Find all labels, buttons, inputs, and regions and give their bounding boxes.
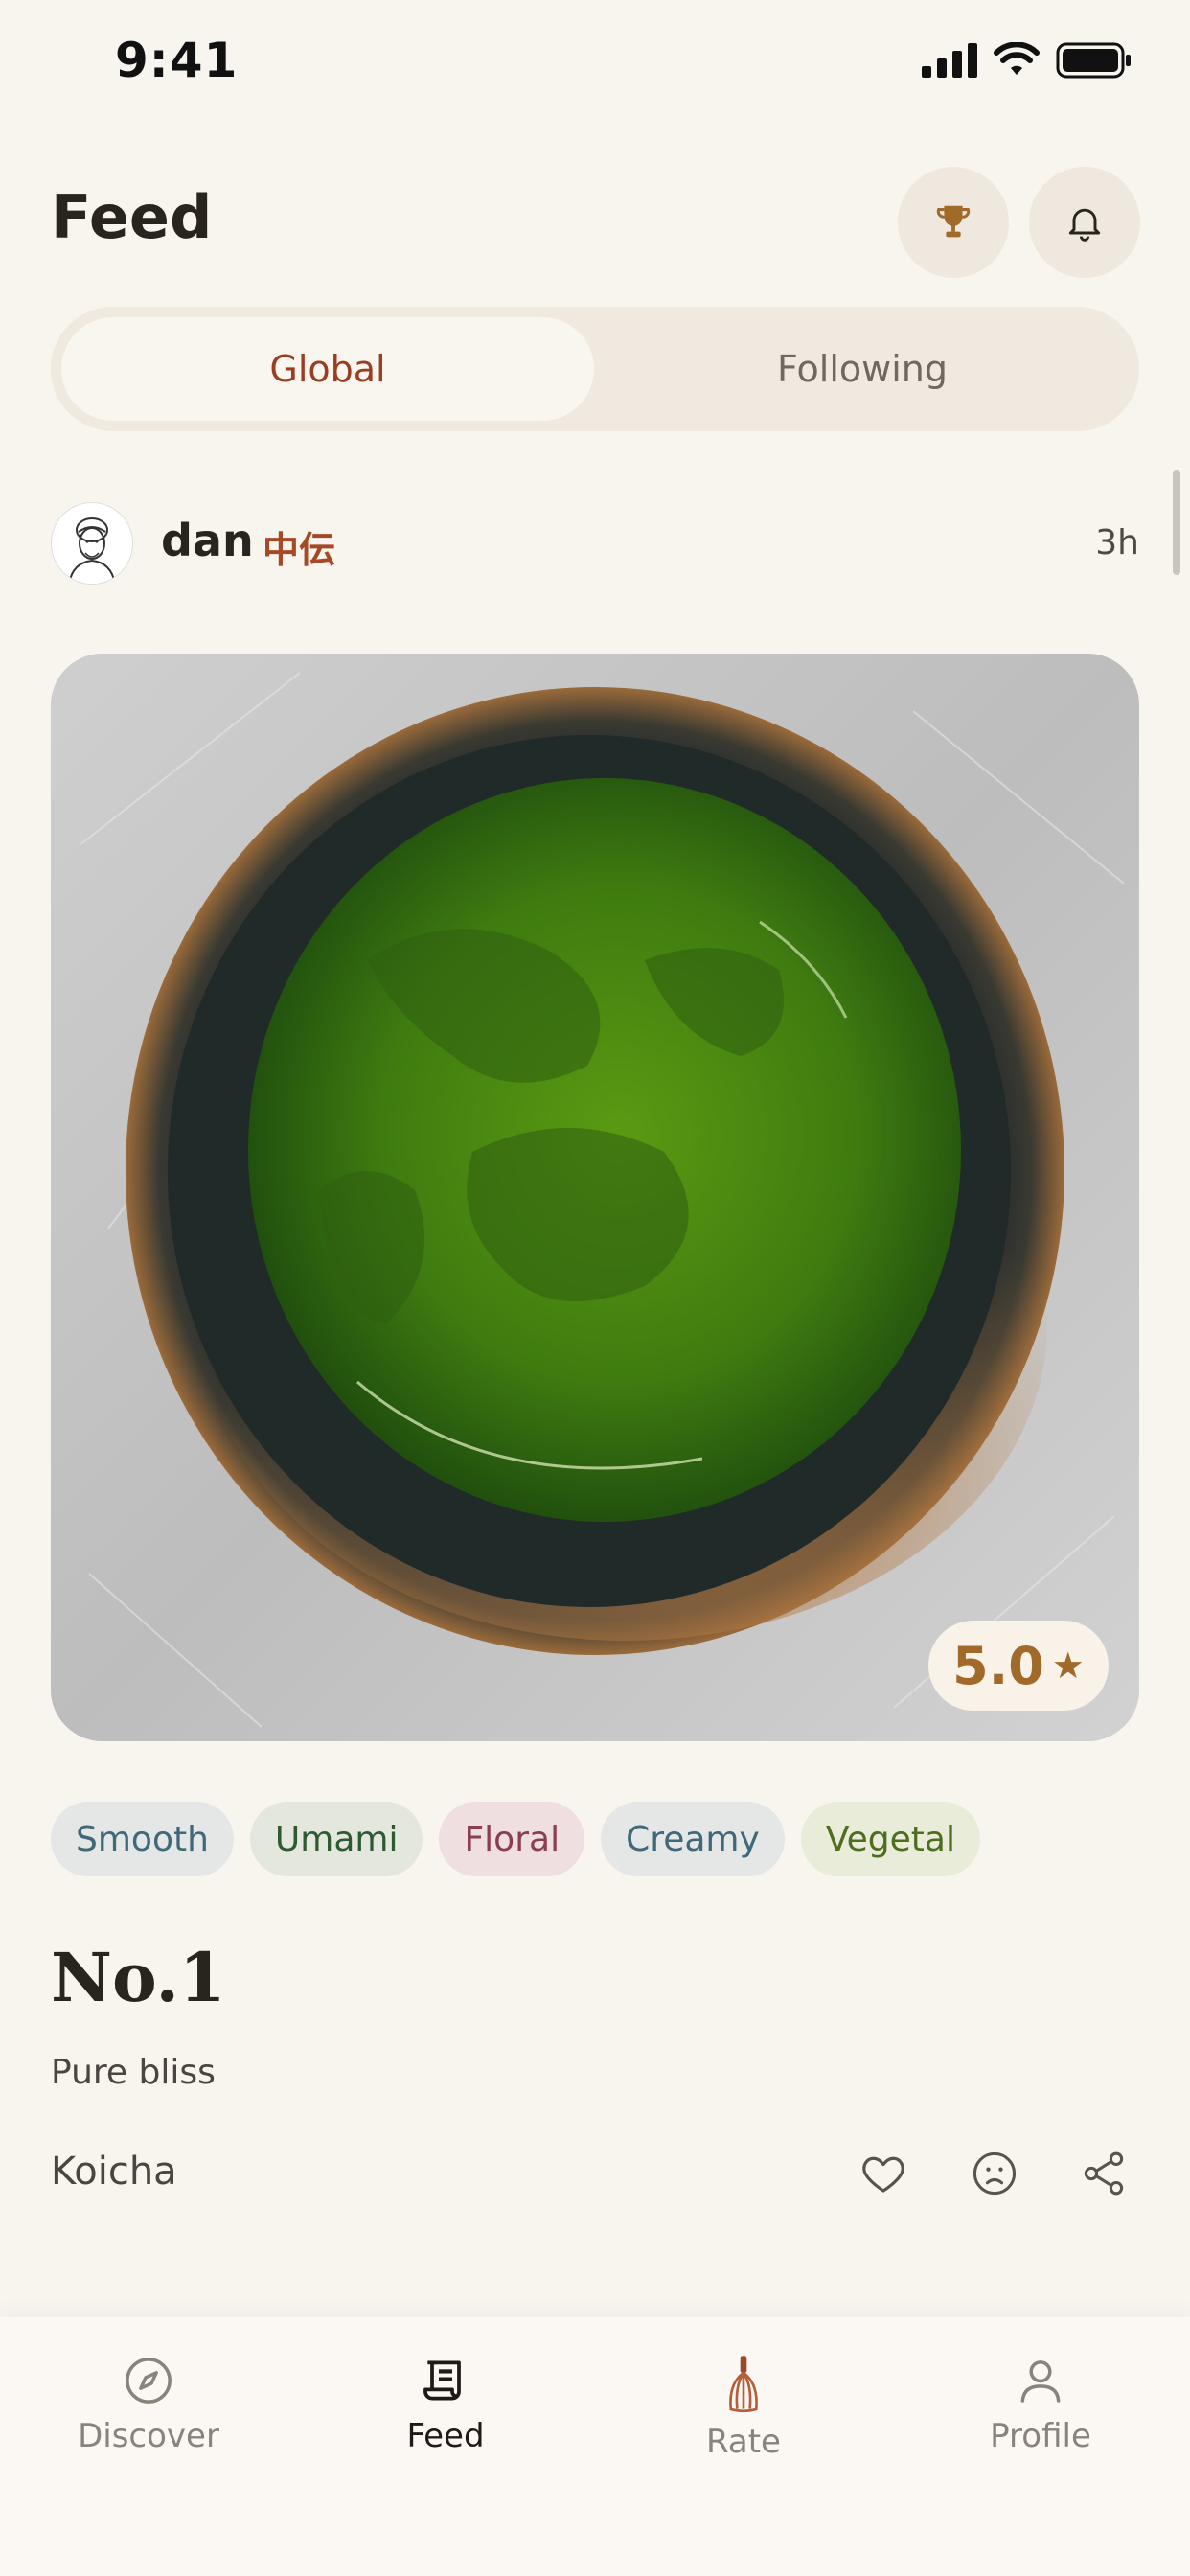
heart-icon <box>862 2156 904 2193</box>
tag-floral[interactable]: Floral <box>439 1802 585 1876</box>
rating-badge: 5.0 ★ <box>928 1621 1109 1711</box>
scrollbar[interactable] <box>1173 470 1180 575</box>
nav-discover[interactable]: Discover <box>43 2354 254 2455</box>
post-type: Koicha <box>51 2150 177 2194</box>
tab-following[interactable]: Following <box>596 317 1129 421</box>
tag-creamy[interactable]: Creamy <box>601 1802 785 1876</box>
rating-value: 5.0 <box>952 1635 1044 1696</box>
nav-rate[interactable]: Rate <box>638 2354 849 2461</box>
nav-label: Feed <box>406 2417 485 2455</box>
battery-icon <box>1056 42 1131 79</box>
tag-smooth[interactable]: Smooth <box>51 1802 234 1876</box>
person-icon <box>1020 2360 1061 2403</box>
sad-face-icon <box>973 2151 1017 2196</box>
trophy-icon <box>936 205 971 238</box>
feed-segment-control: Global Following <box>51 307 1139 431</box>
nav-label: Discover <box>78 2417 219 2455</box>
post-description: Pure bliss <box>51 2053 216 2092</box>
post-title: No.1 <box>51 1938 226 2017</box>
status-time: 9:41 <box>115 33 239 88</box>
star-icon: ★ <box>1051 1644 1085 1687</box>
leaderboard-button[interactable] <box>898 167 1009 278</box>
nav-feed[interactable]: Feed <box>340 2354 551 2455</box>
nav-profile[interactable]: Profile <box>935 2354 1146 2455</box>
wifi-icon <box>994 42 1040 75</box>
user-rank-badge: 中伝 <box>263 529 336 571</box>
signal-icon <box>922 43 977 78</box>
post-time: 3h <box>1095 523 1139 563</box>
compass-icon <box>126 2358 172 2404</box>
scroll-icon <box>423 2360 461 2401</box>
status-icons <box>922 42 1133 79</box>
tab-bar: Discover Feed Rate Profile <box>0 2317 1190 2576</box>
tag-vegetal[interactable]: Vegetal <box>800 1802 980 1876</box>
post-username[interactable]: dan <box>161 515 254 566</box>
bell-icon <box>1068 208 1101 242</box>
notifications-button[interactable] <box>1029 167 1140 278</box>
post-photo[interactable]: 5.0 ★ <box>51 654 1139 1741</box>
dislike-button[interactable] <box>956 2135 1033 2212</box>
whisk-icon <box>729 2356 758 2413</box>
like-button[interactable] <box>845 2135 922 2212</box>
flavor-tags: Smooth Umami Floral Creamy Vegetal <box>51 1802 980 1876</box>
tab-global[interactable]: Global <box>61 317 594 421</box>
nav-label: Rate <box>706 2423 781 2461</box>
share-icon <box>1084 2151 1124 2196</box>
tag-umami[interactable]: Umami <box>249 1802 423 1876</box>
nav-label: Profile <box>990 2417 1091 2455</box>
share-button[interactable] <box>1065 2135 1142 2212</box>
page-title: Feed <box>51 182 213 252</box>
avatar[interactable] <box>51 502 133 585</box>
